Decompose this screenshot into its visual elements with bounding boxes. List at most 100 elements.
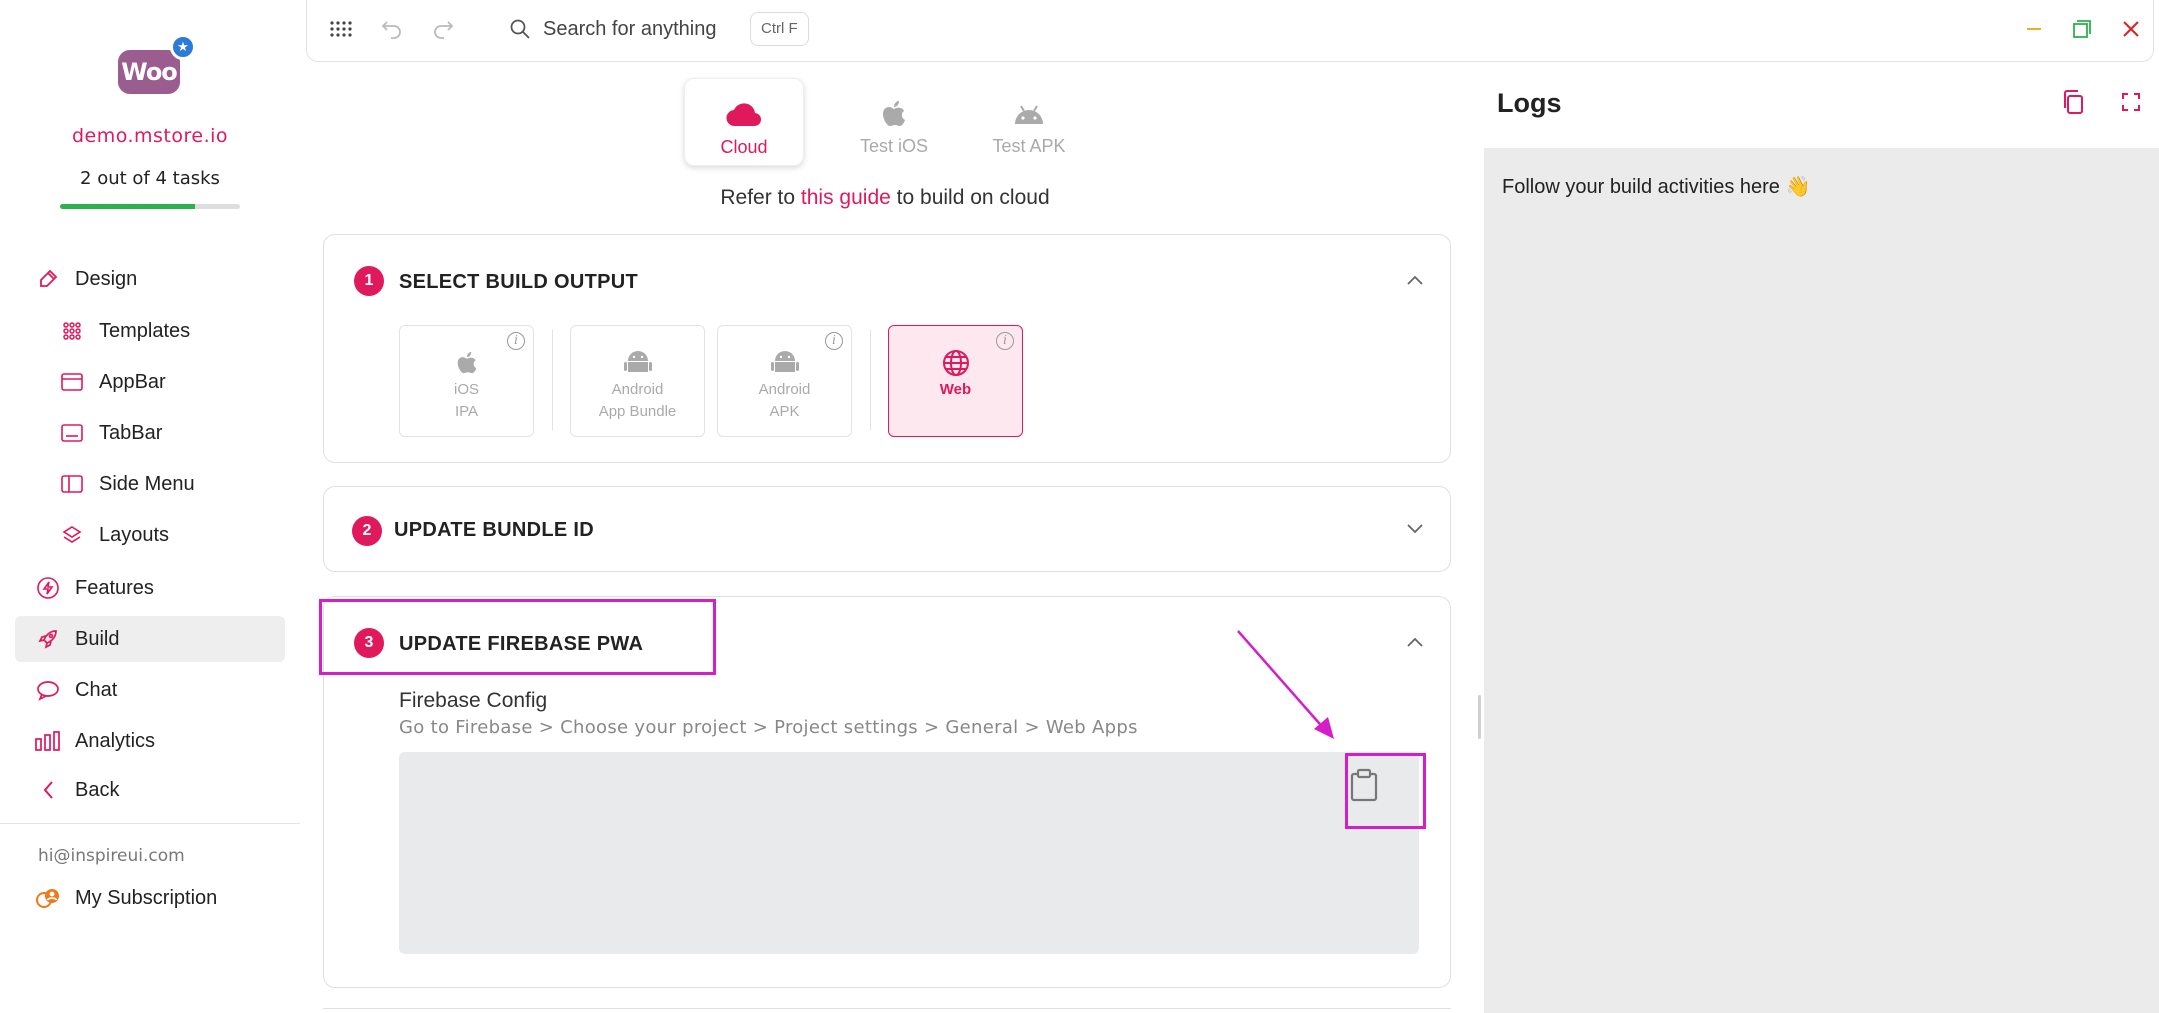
info-icon[interactable]: i: [996, 332, 1014, 350]
sidebar-item-templates[interactable]: Templates: [55, 308, 285, 354]
logs-title: Logs: [1497, 88, 1562, 118]
sidebar-item-label: Templates: [99, 319, 191, 342]
output-option-line1: Web: [939, 381, 972, 398]
chevron-up-icon[interactable]: [1404, 631, 1426, 653]
search-shortcut-badge: Ctrl F: [750, 12, 809, 46]
tab-test-apk[interactable]: Test APK: [969, 78, 1089, 166]
annotation-highlight-paste: [1345, 753, 1426, 829]
search-icon[interactable]: [505, 14, 535, 44]
woo-logo-icon: Woo: [118, 50, 180, 94]
tab-test-ios[interactable]: Test iOS: [834, 78, 954, 166]
chat-icon: [35, 677, 61, 703]
sidebar-item-design[interactable]: Design: [15, 256, 285, 302]
maximize-icon[interactable]: [2067, 14, 2097, 44]
apple-icon: [834, 96, 954, 132]
sidebar-item-label: Side Menu: [99, 472, 195, 495]
sidebar-item-label: My Subscription: [75, 886, 218, 909]
guide-prefix: Refer to: [720, 186, 796, 209]
android-icon: [718, 348, 851, 378]
option-divider: [552, 330, 553, 430]
info-icon[interactable]: i: [825, 332, 843, 350]
copy-icon[interactable]: [2059, 88, 2087, 116]
globe-icon: [889, 348, 1022, 378]
logs-panel: Follow your build activities here 👋: [1484, 148, 2159, 1013]
tabbar-icon: [59, 420, 85, 446]
sidebar-item-features[interactable]: Features: [15, 565, 285, 611]
firebase-config-help: Go to Firebase > Choose your project > P…: [399, 717, 1138, 738]
option-divider: [870, 330, 871, 430]
annotation-arrow-icon: [1237, 630, 1334, 739]
guide-link[interactable]: this guide: [801, 186, 891, 209]
user-email: hi@inspireui.com: [38, 846, 185, 866]
sidebar-item-chat[interactable]: Chat: [15, 667, 285, 713]
section-title[interactable]: SELECT BUILD OUTPUT: [399, 271, 638, 294]
output-option-line2: APK: [769, 403, 800, 420]
tab-cloud[interactable]: Cloud: [684, 78, 804, 166]
appbar-icon: [59, 369, 85, 395]
sidebar-item-label: Chat: [75, 678, 118, 701]
output-option-line1: Android: [611, 381, 664, 398]
sidebar-item-label: AppBar: [99, 370, 166, 393]
sidebar-item-label: Design: [75, 267, 138, 290]
sidebar-item-label: Build: [75, 627, 120, 650]
chevron-down-icon[interactable]: [1404, 517, 1426, 539]
output-option-android-app-bundle[interactable]: Android App Bundle: [570, 325, 705, 437]
sidebar-item-appbar[interactable]: AppBar: [55, 359, 285, 405]
store-logo[interactable]: Woo ★: [118, 34, 196, 100]
section-build-output: 1 SELECT BUILD OUTPUT i iOS IPA Android …: [323, 234, 1451, 463]
apple-icon: [400, 348, 533, 378]
task-progress-text: 2 out of 4 tasks: [80, 168, 220, 189]
output-option-ios-ipa[interactable]: i iOS IPA: [399, 325, 534, 437]
logs-message: Follow your build activities here 👋: [1502, 176, 1811, 198]
output-option-web[interactable]: i Web: [888, 325, 1023, 437]
search-input[interactable]: Search for anything: [543, 18, 716, 41]
sidebar-item-side-menu[interactable]: Side Menu: [55, 461, 285, 507]
sidebar-item-label: Back: [75, 778, 120, 801]
output-option-line1: Android: [758, 381, 811, 398]
sidebar-item-label: Features: [75, 576, 154, 599]
sidebar-item-back[interactable]: Back: [15, 767, 285, 813]
store-name[interactable]: demo.mstore.io: [0, 125, 300, 147]
sidebar: Woo ★ demo.mstore.io 2 out of 4 tasks De…: [0, 0, 305, 1013]
info-icon[interactable]: i: [507, 332, 525, 350]
panel-resize-handle[interactable]: [1478, 695, 1481, 739]
sidebar-divider: [0, 823, 300, 824]
brush-icon: [35, 266, 61, 292]
sidebar-item-layouts[interactable]: Layouts: [55, 512, 285, 558]
apps-grid-icon[interactable]: [326, 14, 356, 44]
tab-label: Test iOS: [859, 136, 929, 156]
chevron-up-icon[interactable]: [1404, 269, 1426, 291]
section-title[interactable]: UPDATE BUNDLE ID: [394, 519, 594, 542]
guide-text: Refer to this guide to build on cloud: [540, 186, 1230, 210]
sidebar-item-tabbar[interactable]: TabBar: [55, 410, 285, 456]
step-number: 1: [354, 266, 384, 296]
minimize-icon[interactable]: [2019, 14, 2049, 44]
output-option-line1: iOS: [453, 381, 479, 398]
output-option-line2: App Bundle: [598, 403, 677, 420]
bolt-icon: [35, 575, 61, 601]
guide-suffix: to build on cloud: [896, 186, 1050, 209]
task-progress-bar: [60, 204, 240, 209]
tab-label: Test APK: [992, 136, 1066, 156]
redo-icon[interactable]: [428, 14, 458, 44]
output-option-android-apk[interactable]: i Android APK: [717, 325, 852, 437]
undo-icon[interactable]: [377, 14, 407, 44]
side-menu-icon: [59, 471, 85, 497]
sidebar-item-label: Layouts: [99, 523, 170, 546]
sidebar-item-build[interactable]: Build: [15, 616, 285, 662]
output-option-line2: IPA: [454, 403, 479, 420]
subscription-icon: [35, 885, 61, 911]
tab-label: Cloud: [720, 137, 768, 157]
top-bar: Search for anything Ctrl F: [306, 0, 2154, 62]
sidebar-item-analytics[interactable]: Analytics: [15, 718, 285, 764]
fullscreen-icon[interactable]: [2117, 88, 2145, 116]
task-progress-fill: [60, 204, 195, 209]
sidebar-item-subscription[interactable]: My Subscription: [15, 875, 285, 921]
cloud-icon: [685, 97, 803, 133]
sidebar-item-label: TabBar: [99, 421, 163, 444]
close-icon[interactable]: [2116, 14, 2146, 44]
firebase-config-input[interactable]: [399, 752, 1419, 954]
bar-chart-icon: [35, 728, 61, 754]
android-icon: [571, 348, 704, 378]
annotation-highlight-title: [319, 599, 716, 675]
